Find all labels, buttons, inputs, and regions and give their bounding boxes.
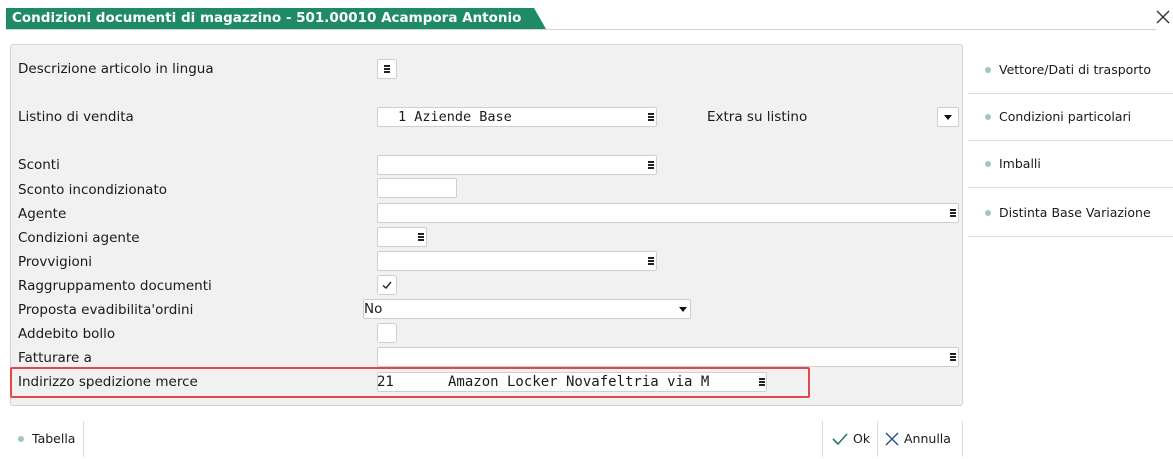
- listino-value: 1 Aziende Base: [398, 109, 512, 125]
- sidebar-item-imballi[interactable]: Imballi: [968, 141, 1173, 188]
- addebito-checkbox[interactable]: [377, 323, 397, 343]
- check-icon: [832, 433, 848, 446]
- menu-icon[interactable]: [648, 113, 656, 121]
- bullet-icon: [985, 67, 991, 73]
- sconto-incond-label: Sconto incondizionato: [18, 182, 167, 198]
- menu-icon: [384, 65, 392, 73]
- indirizzo-field[interactable]: 21 Amazon Locker Novafeltria via M: [377, 372, 767, 392]
- proposta-select[interactable]: No: [363, 299, 691, 319]
- descrizione-button[interactable]: [377, 59, 397, 79]
- sidebar-item-label: Imballi: [999, 156, 1041, 171]
- provvigioni-label: Provvigioni: [18, 254, 93, 270]
- provvigioni-field[interactable]: [377, 251, 657, 271]
- sidebar-item-distinta[interactable]: Distinta Base Variazione: [968, 190, 1173, 237]
- annulla-button[interactable]: Annulla: [878, 421, 963, 457]
- title-divider: [6, 29, 1156, 30]
- cond-agente-field[interactable]: [377, 227, 427, 247]
- indirizzo-code: 21: [377, 374, 394, 390]
- listino-label: Listino di vendita: [18, 109, 134, 125]
- sidebar-item-label: Vettore/Dati di trasporto: [999, 62, 1151, 77]
- sconti-field[interactable]: [377, 155, 657, 175]
- ok-label: Ok: [853, 431, 871, 446]
- extra-dropdown[interactable]: [937, 107, 959, 127]
- window-title: Condizioni documenti di magazzino - 501.…: [6, 8, 546, 29]
- menu-icon[interactable]: [418, 233, 426, 241]
- indirizzo-label: Indirizzo spedizione merce: [18, 374, 198, 390]
- addebito-label: Addebito bollo: [18, 326, 116, 342]
- menu-icon[interactable]: [648, 161, 656, 169]
- chevron-down-icon: [679, 307, 687, 312]
- sconto-incond-field[interactable]: [377, 178, 457, 198]
- raggruppamento-checkbox[interactable]: [377, 275, 397, 295]
- menu-icon[interactable]: [759, 378, 767, 386]
- chevron-down-icon: [944, 115, 952, 120]
- proposta-label: Proposta evadibilita'ordini: [18, 302, 194, 318]
- bullet-icon: [18, 436, 24, 442]
- bullet-icon: [985, 114, 991, 120]
- menu-icon[interactable]: [950, 209, 958, 217]
- descrizione-label: Descrizione articolo in lingua: [18, 61, 214, 77]
- cond-agente-label: Condizioni agente: [18, 230, 140, 246]
- bullet-icon: [985, 161, 991, 167]
- indirizzo-value: Amazon Locker Novafeltria via M: [448, 374, 710, 390]
- tabella-button[interactable]: Tabella: [10, 421, 84, 457]
- tabella-label: Tabella: [32, 431, 76, 446]
- menu-icon[interactable]: [648, 257, 656, 265]
- bullet-icon: [985, 210, 991, 216]
- check-icon: [382, 281, 392, 289]
- title-bar: Condizioni documenti di magazzino - 501.…: [0, 0, 1173, 30]
- agente-label: Agente: [18, 206, 67, 222]
- raggruppamento-label: Raggruppamento documenti: [18, 278, 212, 294]
- annulla-label: Annulla: [904, 431, 951, 446]
- sidebar-item-condizioni[interactable]: Condizioni particolari: [968, 94, 1173, 141]
- close-icon[interactable]: [1154, 8, 1172, 26]
- sidebar-item-label: Distinta Base Variazione: [999, 205, 1151, 220]
- fatturare-label: Fatturare a: [18, 350, 92, 366]
- close-icon: [885, 432, 899, 446]
- sconti-label: Sconti: [18, 157, 60, 173]
- menu-icon[interactable]: [950, 353, 958, 361]
- extra-label: Extra su listino: [707, 109, 808, 125]
- fatturare-field[interactable]: [377, 347, 959, 367]
- sidebar-item-label: Condizioni particolari: [999, 109, 1132, 124]
- proposta-value: No: [364, 301, 383, 317]
- sidebar-item-vettore[interactable]: Vettore/Dati di trasporto: [968, 47, 1173, 94]
- agente-field[interactable]: [377, 203, 959, 223]
- ok-button[interactable]: Ok: [822, 421, 878, 457]
- listino-field[interactable]: 1 Aziende Base: [377, 107, 657, 127]
